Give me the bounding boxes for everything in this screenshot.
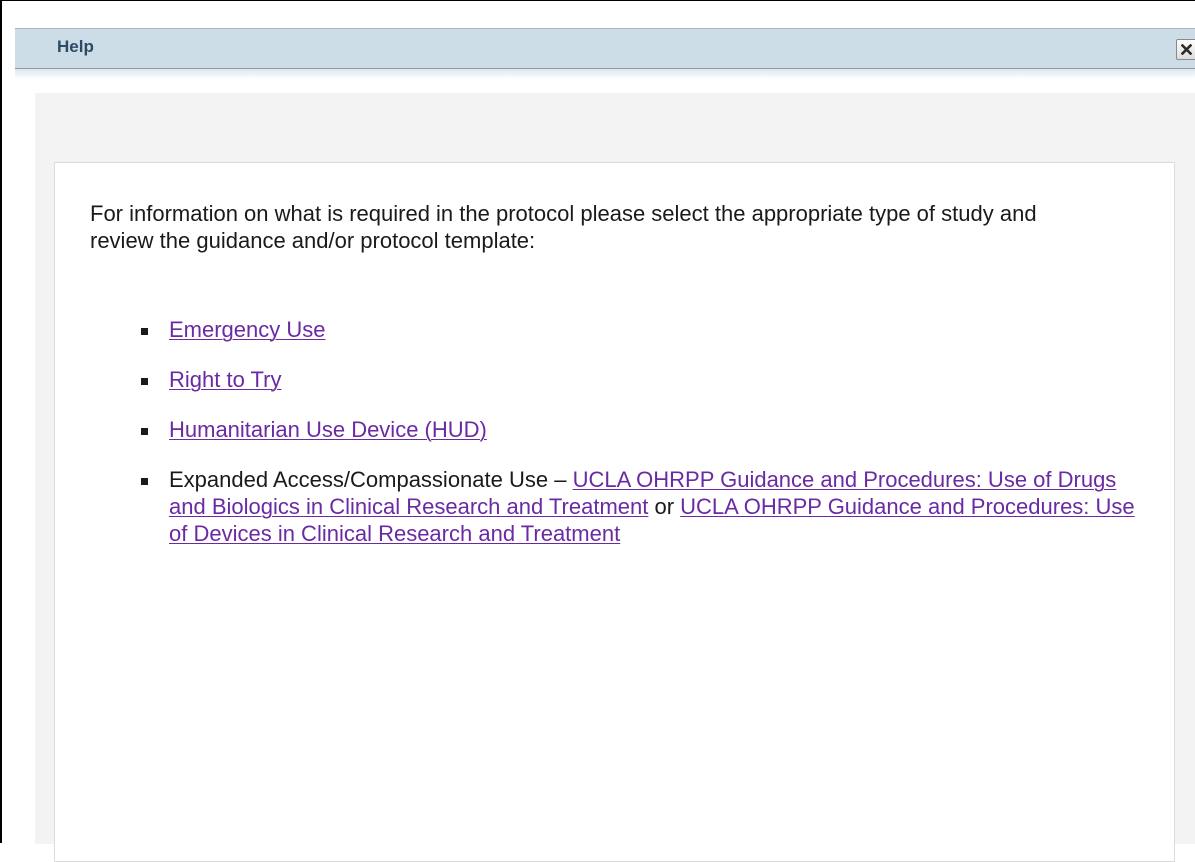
bullet-icon (141, 428, 148, 435)
dialog-body: For information on what is required in t… (35, 93, 1195, 862)
or-separator: or (648, 494, 681, 519)
bullet-icon (141, 478, 148, 485)
study-type-list: Emergency Use Right to Try Humanitarian … (141, 316, 1149, 570)
help-intro-text: For information on what is required in t… (90, 201, 1037, 253)
help-dialog: Help For information on what is required… (0, 0, 1195, 862)
close-icon (1181, 44, 1192, 55)
emergency-use-link[interactable]: Emergency Use (169, 317, 326, 342)
hud-link[interactable]: Humanitarian Use Device (HUD) (169, 417, 487, 442)
close-button[interactable] (1176, 39, 1195, 60)
list-item-expanded-access: Expanded Access/Compassionate Use – UCLA… (141, 466, 1149, 547)
help-content-panel: For information on what is required in t… (54, 162, 1175, 862)
list-item-emergency-use: Emergency Use (141, 316, 1149, 343)
expanded-access-label: Expanded Access/Compassionate Use – (169, 467, 573, 492)
list-item-right-to-try: Right to Try (141, 366, 1149, 393)
dialog-title: Help (57, 37, 94, 56)
bullet-icon (141, 328, 148, 335)
titlebar-shadow (15, 69, 1195, 79)
right-to-try-link[interactable]: Right to Try (169, 367, 281, 392)
list-item-hud: Humanitarian Use Device (HUD) (141, 416, 1149, 443)
dialog-titlebar[interactable]: Help (15, 28, 1195, 69)
bullet-icon (141, 378, 148, 385)
